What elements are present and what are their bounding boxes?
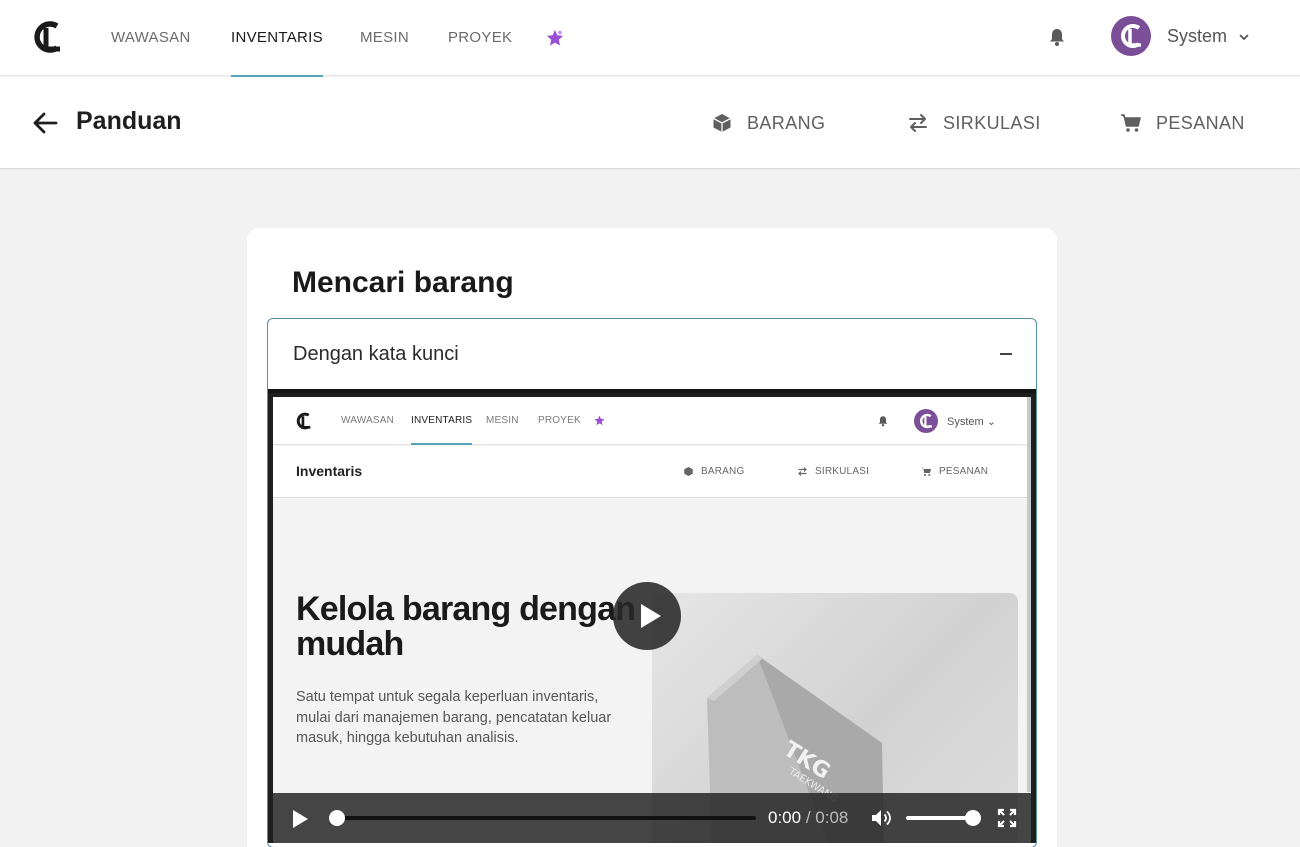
video-screen-swap-icon: [798, 467, 807, 476]
subnav-barang-label: BARANG: [747, 112, 826, 133]
fullscreen-icon[interactable]: [997, 808, 1017, 828]
video-screen-navbar: WAWASAN INVENTARIS MESIN PROYEK System ⌄: [273, 397, 1031, 445]
video-screen-nav-mesin: MESIN: [486, 415, 519, 426]
video-screen-user-name: System ⌄: [947, 416, 996, 428]
nav-link-proyek[interactable]: PROYEK: [448, 0, 512, 76]
video-screen-subnav-sirkulasi: SIRKULASI: [797, 466, 869, 477]
video-screen-scrollbar: [1027, 397, 1031, 792]
sparkle-star-icon[interactable]: [546, 29, 564, 47]
video-screen-logo-icon: [296, 412, 311, 430]
subnav-pesanan-label: PESANAN: [1156, 112, 1245, 133]
video-player[interactable]: WAWASAN INVENTARIS MESIN PROYEK System ⌄…: [268, 389, 1036, 843]
avatar-logo-icon: [1121, 24, 1141, 48]
volume-slider-thumb[interactable]: [965, 810, 981, 826]
cart-icon: [1121, 114, 1141, 132]
video-screen-nav-inventaris: INVENTARIS: [411, 397, 473, 445]
user-avatar[interactable]: [1111, 16, 1151, 56]
volume-icon[interactable]: [870, 807, 894, 829]
subnav-sirkulasi[interactable]: SIRKULASI: [907, 77, 1041, 169]
volume-slider-track[interactable]: [906, 816, 974, 820]
video-screen-hero-description: Satu tempat untuk segala keperluan inven…: [296, 689, 612, 746]
video-screen-page-title: Inventaris: [296, 463, 363, 479]
nav-link-mesin[interactable]: MESIN: [360, 0, 409, 76]
subnav-sirkulasi-label: SIRKULASI: [943, 112, 1041, 133]
play-overlay-button[interactable]: [613, 582, 681, 650]
video-screen-nav-wawasan: WAWASAN: [341, 415, 395, 426]
video-screen-subnav-pesanan: PESANAN: [921, 466, 988, 477]
accordion-label: Dengan kata kunci: [293, 343, 459, 365]
top-navbar: WAWASAN INVENTARIS MESIN PROYEK System: [0, 0, 1300, 77]
subnav-pesanan[interactable]: PESANAN: [1120, 77, 1245, 169]
current-time: 0:00: [768, 808, 802, 827]
video-screen-subheader: Inventaris BARANG SIRKULASI PESANAN: [273, 446, 1031, 498]
duration-time: 0:08: [815, 808, 849, 827]
video-screen-nav-proyek: PROYEK: [538, 415, 581, 426]
chevron-down-icon[interactable]: [1237, 30, 1251, 44]
back-arrow-icon[interactable]: [32, 110, 58, 136]
swap-icon: [909, 114, 927, 132]
page-header: Panduan BARANG SIRKULASI PESANAN: [0, 77, 1300, 169]
video-screen-box-icon: [684, 467, 693, 476]
subnav-barang[interactable]: BARANG: [711, 77, 825, 169]
notification-bell-icon[interactable]: [1047, 27, 1067, 47]
guide-card: Mencari barang Dengan kata kunci WAWASAN…: [247, 228, 1057, 847]
collapse-minus-icon[interactable]: [1000, 353, 1012, 355]
progress-thumb[interactable]: [329, 810, 345, 826]
box-icon: [713, 114, 731, 132]
video-screen-star-icon: [594, 415, 605, 426]
video-screen-subnav-barang: BARANG: [683, 466, 744, 477]
section-title: Mencari barang: [292, 266, 514, 299]
app-logo[interactable]: [33, 20, 63, 54]
video-screen-hero-title: Kelola barang dengan mudah: [296, 590, 636, 663]
video-time-display: 0:00 / 0:08: [768, 808, 848, 828]
video-progress-bar[interactable]: [329, 810, 756, 826]
video-screen-bell-icon: [878, 416, 888, 427]
nav-link-inventaris[interactable]: INVENTARIS: [231, 0, 323, 77]
video-screen-avatar: [914, 409, 938, 433]
page-title: Panduan: [76, 107, 182, 135]
accordion-header[interactable]: Dengan kata kunci: [268, 319, 1036, 389]
play-button[interactable]: [291, 809, 309, 829]
user-name[interactable]: System: [1167, 26, 1227, 47]
nav-link-wawasan[interactable]: WAWASAN: [111, 0, 191, 76]
video-screen-cart-icon: [921, 467, 931, 476]
time-separator: /: [805, 808, 811, 827]
video-controls-bar: 0:00 / 0:08: [273, 793, 1031, 843]
accordion-keyword-search: Dengan kata kunci WAWASAN INVENTARIS MES…: [267, 318, 1037, 847]
video-screen-avatar-icon: [920, 413, 932, 429]
